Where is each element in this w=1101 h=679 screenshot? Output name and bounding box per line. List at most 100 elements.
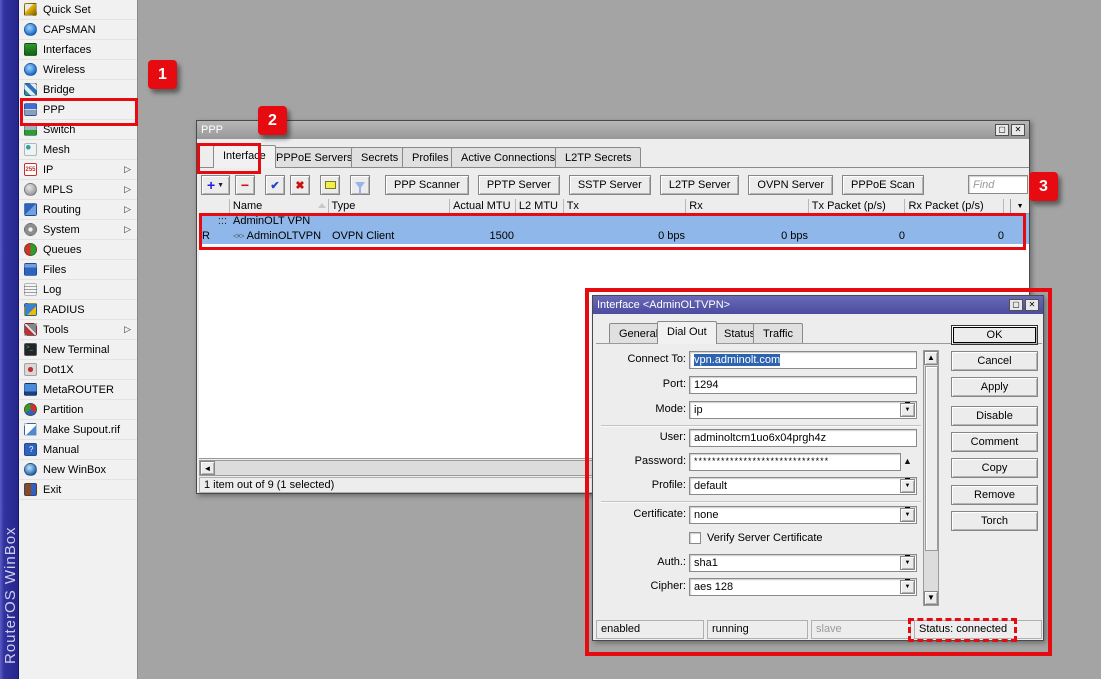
disable-button[interactable]: Disable: [951, 406, 1038, 426]
tab-traffic[interactable]: Traffic: [753, 323, 803, 343]
tx-column-header[interactable]: Tx: [564, 199, 687, 213]
tab-active-connections[interactable]: Active Connections: [451, 147, 565, 167]
sidebar-item-interfaces[interactable]: Interfaces: [19, 40, 137, 60]
profile-select[interactable]: default▼: [689, 477, 917, 495]
actual-mtu-column-header[interactable]: Actual MTU: [450, 199, 516, 213]
sidebar-item-mpls[interactable]: MPLS▷: [19, 180, 137, 200]
sidebar-item-quick-set[interactable]: Quick Set: [19, 0, 137, 20]
sidebar-item-ip[interactable]: IP▷: [19, 160, 137, 180]
sstp-server-button[interactable]: SSTP Server: [569, 175, 651, 195]
connect-to-input[interactable]: vpn.adminolt.com: [689, 351, 917, 369]
tab-dial-out[interactable]: Dial Out: [657, 321, 717, 344]
password-reveal-arrow-icon[interactable]: ▲: [903, 456, 912, 466]
dropdown-arrow-icon[interactable]: ▼: [900, 556, 915, 570]
remove-icon: −: [241, 177, 249, 193]
sidebar-item-make-supout[interactable]: Make Supout.rif: [19, 420, 137, 440]
tab-l2tp-secrets[interactable]: L2TP Secrets: [555, 147, 641, 167]
sidebar-item-label: Interfaces: [43, 44, 91, 56]
rx-column-header[interactable]: Rx: [686, 199, 809, 213]
l2tp-server-button[interactable]: L2TP Server: [660, 175, 740, 195]
dropdown-arrow-icon[interactable]: ▼: [900, 508, 915, 522]
ovpn-server-button[interactable]: OVPN Server: [748, 175, 833, 195]
maximize-icon[interactable]: ▢: [1009, 299, 1023, 311]
tab-pppoe-servers[interactable]: PPPoE Servers: [266, 147, 362, 167]
sidebar-item-bridge[interactable]: Bridge: [19, 80, 137, 100]
dropdown-arrow-icon[interactable]: ▼: [900, 580, 915, 594]
filter-button[interactable]: [350, 175, 370, 195]
sidebar-item-capsman[interactable]: CAPsMAN: [19, 20, 137, 40]
sidebar-item-system[interactable]: System▷: [19, 220, 137, 240]
auth-select[interactable]: sha1▼: [689, 554, 917, 572]
sidebar-item-log[interactable]: Log: [19, 280, 137, 300]
pppoe-scan-button[interactable]: PPPoE Scan: [842, 175, 924, 195]
table-header: Name Type Actual MTU L2 MTU Tx Rx Tx Pac…: [199, 199, 1029, 214]
close-icon[interactable]: ✕: [1025, 299, 1039, 311]
sidebar-item-wireless[interactable]: Wireless: [19, 60, 137, 80]
scroll-down-icon[interactable]: ▼: [924, 591, 938, 605]
scrollbar-thumb[interactable]: [925, 366, 938, 551]
comment-button[interactable]: [320, 175, 340, 195]
form-separator: [601, 425, 921, 427]
port-input[interactable]: 1294: [689, 376, 917, 394]
sidebar-item-new-terminal[interactable]: New Terminal: [19, 340, 137, 360]
password-input[interactable]: ******************************: [689, 453, 901, 471]
scroll-left-icon[interactable]: ◄: [200, 461, 215, 475]
tab-interface[interactable]: Interface: [213, 145, 276, 168]
dialog-titlebar[interactable]: Interface <AdminOLTVPN> ▢ ✕: [593, 296, 1043, 314]
rx-packet-column-header[interactable]: Rx Packet (p/s): [905, 199, 1004, 213]
ppp-window-titlebar[interactable]: PPP ▢ ✕: [197, 121, 1029, 139]
sidebar-item-routing[interactable]: Routing▷: [19, 200, 137, 220]
close-icon[interactable]: ✕: [1011, 124, 1025, 136]
queues-circle-icon: [24, 243, 37, 256]
name-column-header[interactable]: Name: [230, 199, 329, 213]
scroll-up-icon[interactable]: ▲: [924, 351, 938, 365]
sidebar-item-mesh[interactable]: Mesh: [19, 140, 137, 160]
mode-select[interactable]: ip▼: [689, 401, 917, 419]
sidebar-item-queues[interactable]: Queues: [19, 240, 137, 260]
sidebar-item-files[interactable]: Files: [19, 260, 137, 280]
sidebar-item-manual[interactable]: Manual: [19, 440, 137, 460]
sidebar-item-dot1x[interactable]: Dot1X: [19, 360, 137, 380]
verify-cert-checkbox[interactable]: [689, 532, 701, 544]
sidebar-item-tools[interactable]: Tools▷: [19, 320, 137, 340]
sidebar-item-exit[interactable]: Exit: [19, 480, 137, 500]
dropdown-arrow-icon[interactable]: ▼: [900, 479, 915, 493]
sidebar-item-label: Switch: [43, 124, 75, 136]
find-input[interactable]: [968, 175, 1028, 194]
tab-secrets[interactable]: Secrets: [351, 147, 408, 167]
sidebar-item-partition[interactable]: Partition: [19, 400, 137, 420]
sidebar-item-label: Log: [43, 284, 61, 296]
sidebar-item-metarouter[interactable]: MetaROUTER: [19, 380, 137, 400]
ppp-scanner-button[interactable]: PPP Scanner: [385, 175, 469, 195]
remove-button[interactable]: Remove: [951, 485, 1038, 505]
pptp-server-button[interactable]: PPTP Server: [478, 175, 560, 195]
monitor-icon: [24, 383, 37, 396]
comment-button[interactable]: Comment: [951, 432, 1038, 452]
cipher-select[interactable]: aes 128▼: [689, 578, 917, 596]
disable-button[interactable]: ✖: [290, 175, 310, 195]
l2-mtu-column-header[interactable]: L2 MTU: [516, 199, 564, 213]
certificate-select[interactable]: none▼: [689, 506, 917, 524]
sidebar-item-new-winbox[interactable]: New WinBox: [19, 460, 137, 480]
user-input[interactable]: adminoltcm1uo6x04prgh4z: [689, 429, 917, 447]
cancel-button[interactable]: Cancel: [951, 351, 1038, 371]
dropdown-arrow-icon[interactable]: ▼: [900, 403, 915, 417]
table-row[interactable]: R <•>AdminOLTVPN OVPN Client 1500 0 bps …: [199, 229, 1029, 244]
remove-button[interactable]: −: [235, 175, 255, 195]
copy-button[interactable]: Copy: [951, 458, 1038, 478]
type-column-header[interactable]: Type: [329, 199, 451, 213]
flag-column-header[interactable]: [199, 199, 230, 213]
sidebar-item-radius[interactable]: RADIUS: [19, 300, 137, 320]
add-button[interactable]: +▼: [201, 175, 230, 195]
enable-button[interactable]: ✔: [265, 175, 285, 195]
comment-row[interactable]: ::: AdminOLT VPN: [199, 214, 1029, 229]
sidebar-item-ppp[interactable]: PPP: [19, 100, 137, 120]
sidebar-item-switch[interactable]: Switch: [19, 120, 137, 140]
maximize-icon[interactable]: ▢: [995, 124, 1009, 136]
torch-button[interactable]: Torch: [951, 511, 1038, 531]
apply-button[interactable]: Apply: [951, 377, 1038, 397]
column-selector-dropdown-icon[interactable]: ▼: [1010, 199, 1029, 213]
ok-button[interactable]: OK: [951, 325, 1038, 345]
dialog-scrollbar[interactable]: ▲ ▼: [923, 350, 939, 606]
tx-packet-column-header[interactable]: Tx Packet (p/s): [809, 199, 906, 213]
